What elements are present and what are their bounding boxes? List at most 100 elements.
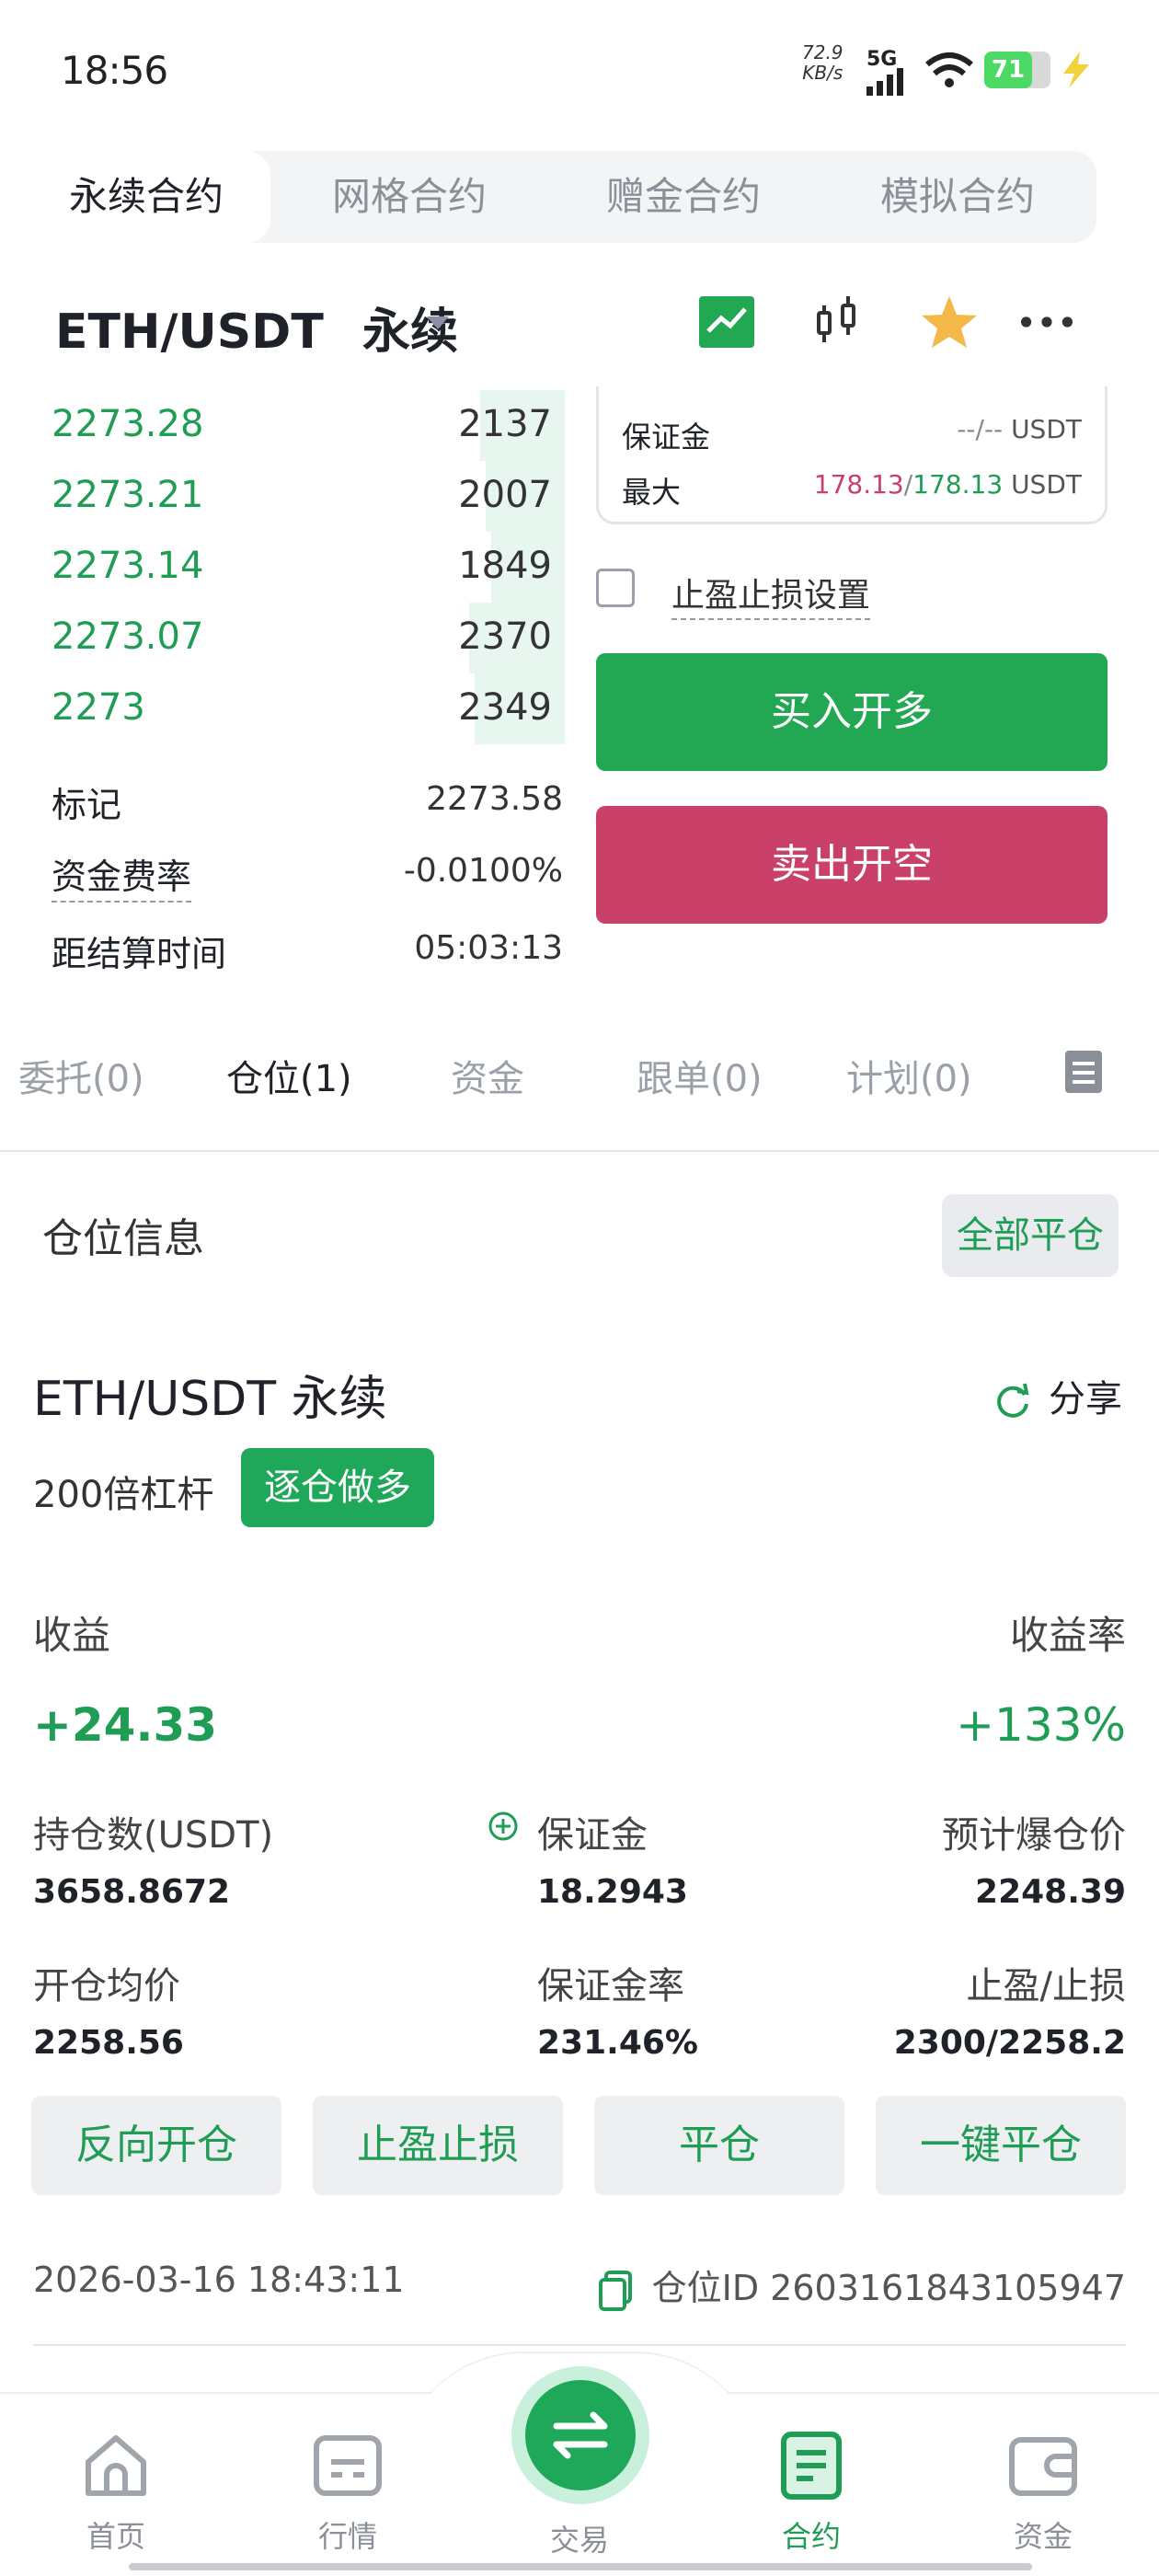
margin-value-text: --/--	[957, 414, 1004, 444]
position-pair: ETH/USDT 永续	[33, 1372, 387, 1427]
nav-funds-label: 资金	[1013, 2519, 1073, 2554]
order-book-row[interactable]: 2273.14 1849	[0, 532, 565, 603]
order-price: 2273.14	[52, 545, 204, 587]
add-margin-icon[interactable]	[488, 1811, 519, 1842]
roe-label: 收益率	[1009, 1613, 1126, 1658]
entry-price-label: 开仓均价	[33, 1965, 180, 2007]
max-separator: /	[903, 469, 913, 500]
funding-rate-label[interactable]: 资金费率	[52, 848, 192, 903]
sell-short-button[interactable]: 卖出开空	[596, 806, 1107, 924]
order-qty: 2137	[458, 403, 552, 445]
size-label: 持仓数(USDT)	[33, 1814, 274, 1857]
close-button[interactable]: 平仓	[594, 2096, 844, 2195]
signal-icon	[866, 68, 903, 96]
card-divider	[33, 2344, 1126, 2346]
order-book-row[interactable]: 2273.07 2370	[0, 603, 565, 673]
quick-close-button[interactable]: 一键平仓	[876, 2096, 1126, 2195]
charging-icon	[1063, 52, 1089, 88]
tpsl-setting-label[interactable]: 止盈止损设置	[671, 569, 871, 620]
liq-price-label: 预计爆仓价	[942, 1814, 1126, 1857]
market-icon	[314, 2435, 382, 2496]
tab-positions[interactable]: 仓位(1)	[226, 1049, 352, 1102]
net-speed-value: 72.9	[802, 41, 843, 63]
battery-level: 71	[984, 52, 1032, 88]
margin-label: 保证金	[622, 420, 711, 454]
trade-icon-bg	[525, 2380, 636, 2490]
close-all-button[interactable]: 全部平仓	[942, 1194, 1119, 1277]
max-buy-value: 178.13	[813, 469, 904, 500]
tab-plans[interactable]: 计划(0)	[846, 1049, 972, 1102]
pair-name: ETH/USDT	[55, 305, 324, 360]
margin-value: --/-- USDT	[957, 414, 1082, 444]
order-price: 2273.28	[52, 403, 204, 445]
order-price: 2273	[52, 686, 145, 729]
tpsl-button[interactable]: 止盈止损	[313, 2096, 563, 2195]
nav-trade[interactable]	[511, 2366, 649, 2504]
margin-ratio-label: 保证金率	[537, 1965, 684, 2007]
wallet-icon	[1009, 2437, 1077, 2496]
pos-margin-label: 保证金	[537, 1814, 648, 1857]
position-id-value: 2603161843105947	[770, 2268, 1126, 2308]
order-book-row[interactable]: 2273.28 2137	[0, 390, 565, 461]
order-qty: 1849	[458, 545, 552, 587]
nav-trade-label-wrap[interactable]: 交易	[506, 2517, 653, 2559]
pnl-value: +24.33	[33, 1698, 218, 1752]
share-button[interactable]: 分享	[993, 1369, 1122, 1422]
buy-long-button[interactable]: 买入开多	[596, 653, 1107, 771]
net-speed-unit: KB/s	[802, 62, 843, 84]
order-qty: 2007	[458, 474, 552, 516]
candlestick-icon[interactable]	[809, 293, 868, 351]
nav-contract[interactable]: 合约	[738, 2429, 885, 2556]
reverse-button[interactable]: 反向开仓	[31, 2096, 281, 2195]
liq-price-value: 2248.39	[975, 1873, 1126, 1911]
max-value: 178.13/178.13 USDT	[814, 469, 1082, 500]
size-value: 3658.8672	[33, 1873, 231, 1911]
position-id[interactable]: 仓位ID 2603161843105947	[597, 2260, 1126, 2311]
roe-value: +133%	[956, 1698, 1126, 1752]
tab-grid[interactable]: 网格合约	[285, 151, 534, 243]
pair-selector[interactable]: ETH/USDT 永续	[55, 293, 458, 362]
document-icon[interactable]	[1063, 1049, 1104, 1095]
margin-ratio-value: 231.46%	[537, 2024, 698, 2062]
net-speed: 72.9 KB/s	[802, 42, 843, 83]
leverage: 200倍杠杆	[33, 1474, 214, 1516]
tab-demo[interactable]: 模拟合约	[833, 151, 1082, 243]
pos-margin-value: 18.2943	[537, 1873, 688, 1911]
position-info-title: 仓位信息	[42, 1215, 204, 1262]
tpsl-value: 2300/2258.2	[893, 2024, 1126, 2062]
margin-mode-badge: 逐仓做多	[241, 1448, 434, 1527]
mark-value: 2273.58	[426, 780, 563, 818]
position-id-label: 仓位ID	[651, 2268, 760, 2308]
pair-type: 永续	[361, 305, 458, 360]
order-price: 2273.21	[52, 474, 204, 516]
chevron-down-icon[interactable]	[427, 316, 449, 329]
home-indicator	[129, 2563, 1032, 2570]
nav-funds[interactable]: 资金	[970, 2429, 1117, 2556]
tab-perpetual[interactable]: 永续合约	[22, 151, 270, 243]
margin-unit: USDT	[1011, 414, 1082, 444]
order-book-row[interactable]: 2273 2349	[0, 673, 565, 744]
tab-orders[interactable]: 委托(0)	[18, 1049, 144, 1102]
tpsl-checkbox[interactable]	[596, 569, 635, 607]
contract-icon	[781, 2432, 842, 2500]
nav-market-label: 行情	[317, 2519, 377, 2554]
max-sell-value: 178.13	[912, 469, 1004, 500]
tab-copy[interactable]: 跟单(0)	[637, 1049, 763, 1102]
order-book-row[interactable]: 2273.21 2007	[0, 461, 565, 532]
order-qty: 2370	[458, 615, 552, 658]
funding-rate-text: 资金费率	[52, 857, 192, 903]
tab-assets[interactable]: 资金	[451, 1049, 524, 1102]
copy-icon	[598, 2270, 632, 2311]
chart-icon[interactable]	[697, 293, 756, 351]
star-icon[interactable]	[920, 293, 979, 351]
tabs-divider	[0, 1150, 1159, 1152]
tab-bonus[interactable]: 赠金合约	[559, 151, 808, 243]
tpsl-setting-text: 止盈止损设置	[671, 577, 871, 620]
nav-market[interactable]: 行情	[274, 2429, 421, 2556]
more-icon[interactable]	[1017, 293, 1076, 351]
nav-home[interactable]: 首页	[42, 2429, 189, 2556]
order-qty: 2349	[458, 686, 552, 729]
max-unit: USDT	[1011, 469, 1082, 500]
settle-time-label: 距结算时间	[52, 934, 227, 974]
nav-home-label: 首页	[86, 2519, 145, 2554]
